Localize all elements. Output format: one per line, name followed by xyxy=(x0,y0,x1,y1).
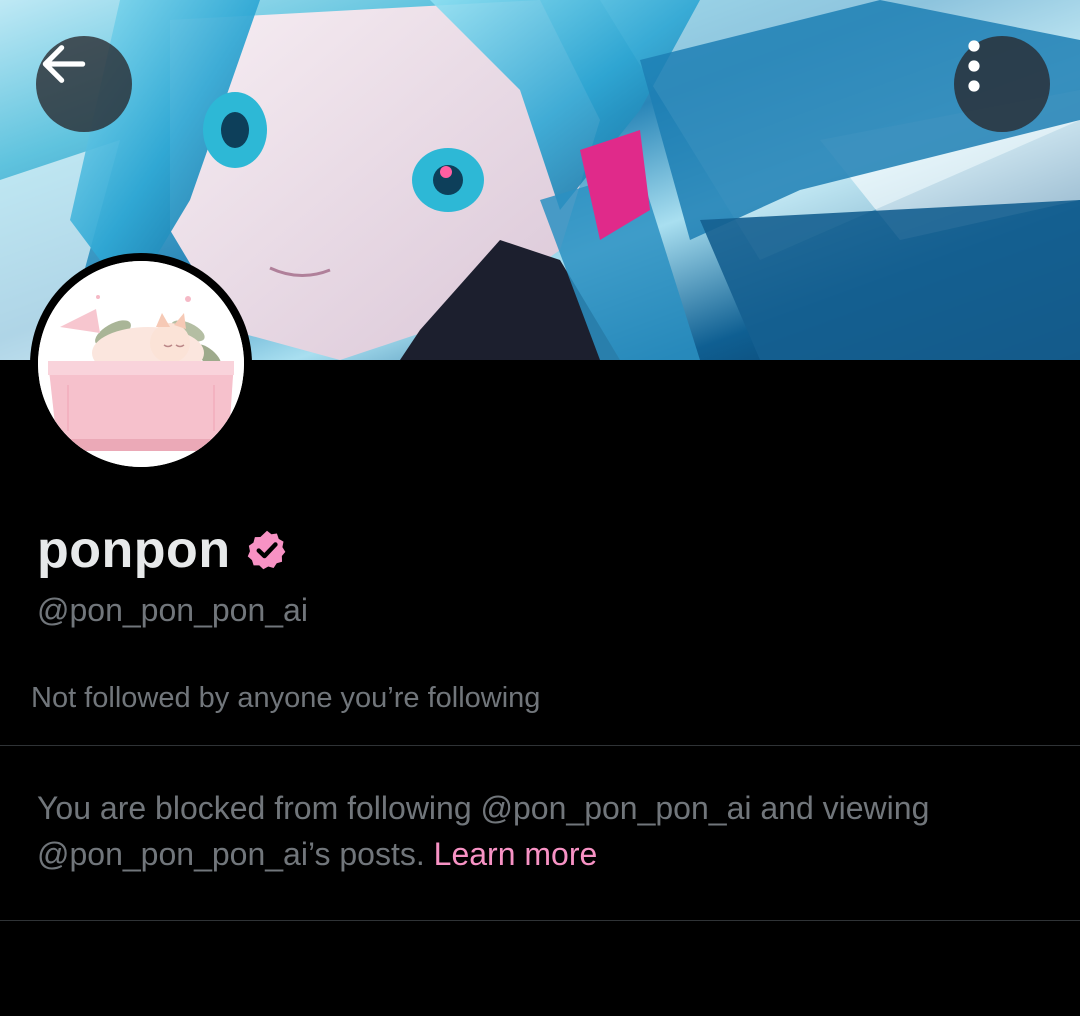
profile-handle: @pon_pon_pon_ai xyxy=(37,592,308,628)
divider xyxy=(0,745,1080,746)
more-options-button[interactable] xyxy=(954,36,1050,132)
verified-badge-icon[interactable] xyxy=(245,528,289,572)
name-row: ponpon xyxy=(37,520,289,580)
followers-you-know-note: Not followed by anyone you’re following xyxy=(31,682,541,714)
blocked-notice: You are blocked from following @pon_pon_… xyxy=(37,785,1047,877)
display-name: ponpon xyxy=(37,521,231,579)
profile-avatar[interactable] xyxy=(30,253,252,475)
avatar-artwork xyxy=(38,261,244,467)
avatar-image xyxy=(38,261,244,467)
learn-more-link[interactable]: Learn more xyxy=(434,836,598,872)
more-vertical-icon xyxy=(968,40,980,92)
arrow-left-icon xyxy=(42,45,86,83)
back-button[interactable] xyxy=(36,36,132,132)
divider xyxy=(0,920,1080,921)
